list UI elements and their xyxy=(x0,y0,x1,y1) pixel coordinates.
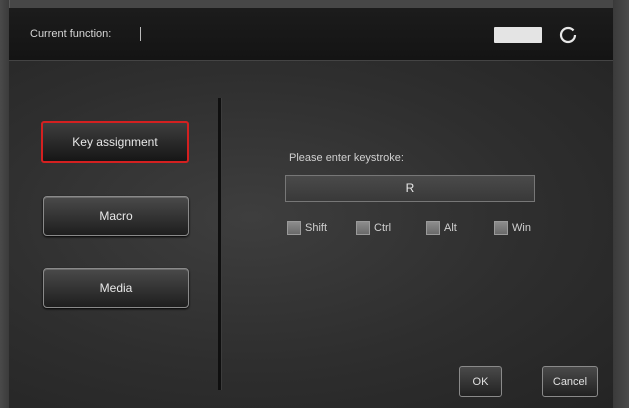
keystroke-prompt: Please enter keystroke: xyxy=(289,152,404,164)
win-label: Win xyxy=(512,222,531,234)
ctrl-checkbox[interactable]: Ctrl xyxy=(356,220,391,236)
media-button[interactable]: Media xyxy=(43,268,189,308)
current-function-label: Current function: xyxy=(30,28,112,40)
window-top-border xyxy=(0,0,629,8)
header-bar: Current function: xyxy=(9,8,613,61)
macro-button[interactable]: Macro xyxy=(43,196,189,236)
shift-checkbox[interactable]: Shift xyxy=(287,220,327,236)
vertical-divider xyxy=(218,98,222,390)
shift-checkbox-box[interactable] xyxy=(287,221,301,235)
cancel-button[interactable]: Cancel xyxy=(542,366,598,397)
config-window: Current function: Key assignment Macro M… xyxy=(0,0,629,408)
refresh-icon[interactable] xyxy=(558,25,578,45)
ctrl-checkbox-box[interactable] xyxy=(356,221,370,235)
alt-label: Alt xyxy=(444,222,457,234)
color-swatch[interactable] xyxy=(494,27,542,43)
alt-checkbox[interactable]: Alt xyxy=(426,220,457,236)
win-checkbox-box[interactable] xyxy=(494,221,508,235)
key-assignment-button[interactable]: Key assignment xyxy=(41,121,189,163)
shift-label: Shift xyxy=(305,222,328,234)
ok-button[interactable]: OK xyxy=(459,366,502,397)
current-function-value xyxy=(140,27,143,41)
ctrl-label: Ctrl xyxy=(374,222,392,234)
win-checkbox[interactable]: Win xyxy=(494,220,531,236)
alt-checkbox-box[interactable] xyxy=(426,221,440,235)
window-right-border xyxy=(613,0,629,408)
keystroke-input[interactable]: R xyxy=(285,175,535,202)
